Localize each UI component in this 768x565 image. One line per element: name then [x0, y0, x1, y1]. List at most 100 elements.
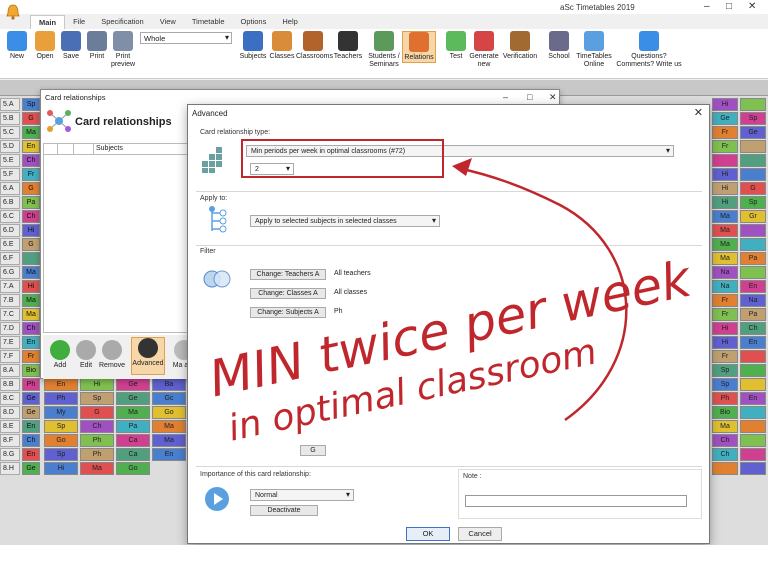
- grid-cell[interactable]: Fr: [712, 126, 738, 139]
- ribbon-school-button[interactable]: School: [544, 31, 574, 61]
- ribbon-subjects-button[interactable]: Subjects: [238, 31, 268, 61]
- grid-cell[interactable]: En: [22, 420, 40, 433]
- grid-cell[interactable]: Ma: [712, 224, 738, 237]
- grid-cell[interactable]: En: [740, 336, 766, 349]
- grid-cell[interactable]: En: [22, 336, 40, 349]
- grid-cell[interactable]: Ph: [44, 392, 78, 405]
- grid-cell[interactable]: Sp: [712, 364, 738, 377]
- grid-cell[interactable]: Ge: [712, 112, 738, 125]
- ribbon-verification-button[interactable]: Verification: [500, 31, 540, 61]
- grid-cell[interactable]: En: [22, 140, 40, 153]
- grid-cell[interactable]: Hi: [44, 462, 78, 475]
- grid-cell[interactable]: En: [740, 280, 766, 293]
- maximize-button[interactable]: □: [726, 1, 732, 12]
- grid-cell[interactable]: En: [22, 448, 40, 461]
- grid-cell[interactable]: Ma: [80, 462, 114, 475]
- grid-cell[interactable]: Ge: [740, 126, 766, 139]
- filter-change-button[interactable]: Change: Teachers A: [250, 269, 326, 280]
- grid-cell[interactable]: Ge: [22, 462, 40, 475]
- menu-tab-specification[interactable]: Specification: [93, 15, 152, 29]
- grid-cell[interactable]: En: [44, 378, 78, 391]
- grid-cell[interactable]: G: [740, 182, 766, 195]
- grid-cell[interactable]: Ch: [80, 420, 114, 433]
- grid-cell[interactable]: [740, 98, 766, 111]
- relations-table[interactable]: Subjects: [43, 143, 193, 333]
- grid-cell[interactable]: Ge: [22, 406, 40, 419]
- ribbon-teachers-button[interactable]: Teachers: [330, 31, 366, 61]
- grid-cell[interactable]: En: [740, 392, 766, 405]
- importance-select[interactable]: Normal: [250, 489, 354, 501]
- grid-cell[interactable]: G: [22, 112, 40, 125]
- grid-cell[interactable]: Hi: [22, 280, 40, 293]
- grid-cell[interactable]: Ge: [116, 378, 150, 391]
- grid-cell[interactable]: Na: [712, 280, 738, 293]
- grid-cell[interactable]: Sp: [80, 392, 114, 405]
- grid-cell[interactable]: Pa: [22, 196, 40, 209]
- grid-cell[interactable]: Go: [152, 406, 186, 419]
- close-button[interactable]: ✕: [748, 1, 756, 12]
- menu-tab-view[interactable]: View: [152, 15, 184, 29]
- grid-cell[interactable]: Ca: [116, 448, 150, 461]
- grid-cell[interactable]: [740, 350, 766, 363]
- grid-cell[interactable]: Fr: [712, 308, 738, 321]
- grid-cell[interactable]: Hi: [80, 378, 114, 391]
- grid-cell[interactable]: Sp: [712, 378, 738, 391]
- card-advanced-button[interactable]: Advanced: [131, 337, 165, 375]
- grid-cell[interactable]: [740, 154, 766, 167]
- grid-cell[interactable]: Ch: [22, 154, 40, 167]
- grid-cell[interactable]: Hi: [712, 182, 738, 195]
- grid-cell[interactable]: Ge: [22, 392, 40, 405]
- ribbon-relations-button[interactable]: Relations: [402, 31, 436, 63]
- cancel-button[interactable]: Cancel: [458, 527, 502, 541]
- grid-cell[interactable]: Pa: [116, 420, 150, 433]
- grid-cell[interactable]: [740, 434, 766, 447]
- card-min-button[interactable]: –: [503, 92, 508, 102]
- grid-cell[interactable]: [740, 224, 766, 237]
- card-add-button[interactable]: Add: [47, 340, 73, 369]
- deactivate-button[interactable]: Deactivate: [250, 505, 318, 516]
- card-max-button[interactable]: □: [527, 92, 532, 102]
- menu-tab-help[interactable]: Help: [274, 15, 305, 29]
- ribbon-print-preview-button[interactable]: Print preview: [110, 31, 136, 69]
- grid-cell[interactable]: [740, 238, 766, 251]
- grid-cell[interactable]: Go: [116, 462, 150, 475]
- note-input[interactable]: [465, 495, 687, 507]
- ribbon-classrooms-button[interactable]: Classrooms: [296, 31, 333, 61]
- grid-cell[interactable]: Fr: [712, 294, 738, 307]
- grid-cell[interactable]: G: [80, 406, 114, 419]
- grid-cell[interactable]: Na: [712, 266, 738, 279]
- grid-cell[interactable]: [740, 448, 766, 461]
- grid-cell[interactable]: Ch: [22, 322, 40, 335]
- grid-cell[interactable]: Gc: [152, 392, 186, 405]
- grid-cell[interactable]: [740, 378, 766, 391]
- grid-cell[interactable]: [740, 406, 766, 419]
- grid-cell[interactable]: Bio: [22, 364, 40, 377]
- grid-cell[interactable]: Sp: [44, 448, 78, 461]
- menu-tab-file[interactable]: File: [65, 15, 93, 29]
- grid-cell[interactable]: Ch: [712, 448, 738, 461]
- grid-cell[interactable]: Sp: [22, 98, 40, 111]
- grid-cell[interactable]: Ma: [22, 308, 40, 321]
- grid-cell[interactable]: G: [22, 182, 40, 195]
- grid-cell[interactable]: Pa: [740, 252, 766, 265]
- apply-select[interactable]: Apply to selected subjects in selected c…: [250, 215, 440, 227]
- view-combo[interactable]: Whole: [140, 32, 232, 44]
- grid-cell[interactable]: Fr: [22, 350, 40, 363]
- grid-cell[interactable]: Go: [44, 434, 78, 447]
- grid-cell[interactable]: Ma: [152, 420, 186, 433]
- grid-cell[interactable]: Hi: [712, 168, 738, 181]
- grid-cell[interactable]: Ch: [22, 210, 40, 223]
- card-remove-button[interactable]: Remove: [99, 340, 125, 369]
- grid-cell[interactable]: [740, 364, 766, 377]
- grid-cell[interactable]: Ch: [740, 322, 766, 335]
- grid-cell[interactable]: Bio: [712, 406, 738, 419]
- grid-cell[interactable]: [740, 266, 766, 279]
- ribbon-test-button[interactable]: Test: [444, 31, 468, 61]
- grid-cell[interactable]: Ph: [80, 448, 114, 461]
- grid-cell[interactable]: Fr: [712, 350, 738, 363]
- grid-cell[interactable]: Ma: [22, 294, 40, 307]
- grid-cell[interactable]: Ma: [712, 238, 738, 251]
- grid-cell[interactable]: Ph: [80, 434, 114, 447]
- grid-cell[interactable]: Pa: [740, 308, 766, 321]
- grid-cell[interactable]: Sp: [740, 196, 766, 209]
